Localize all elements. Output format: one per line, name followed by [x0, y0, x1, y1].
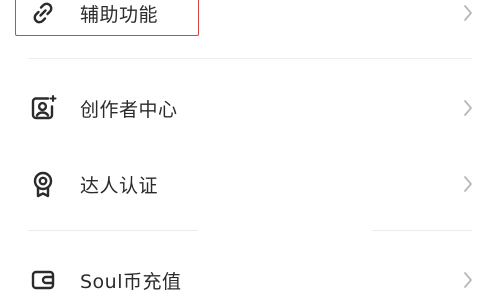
wallet-icon [28, 265, 58, 295]
chevron-right-icon [462, 174, 474, 194]
menu-item-label: Soul币充值 [80, 270, 182, 293]
badge-icon [28, 169, 58, 199]
menu-item-creator-center[interactable]: 创作者中心 [0, 81, 500, 135]
menu-item-label: 达人认证 [80, 174, 159, 197]
chevron-right-icon [462, 270, 474, 290]
creator-icon [28, 93, 58, 123]
divider [372, 230, 472, 231]
menu-item-label: 创作者中心 [80, 98, 178, 121]
menu-item-soul-coin-recharge[interactable]: Soul币充值 [0, 253, 500, 307]
selection-highlight [15, 0, 199, 36]
divider [28, 58, 472, 59]
chevron-right-icon [462, 98, 474, 118]
divider [28, 230, 198, 231]
menu-item-verification[interactable]: 达人认证 [0, 157, 500, 211]
chevron-right-icon [462, 3, 474, 23]
